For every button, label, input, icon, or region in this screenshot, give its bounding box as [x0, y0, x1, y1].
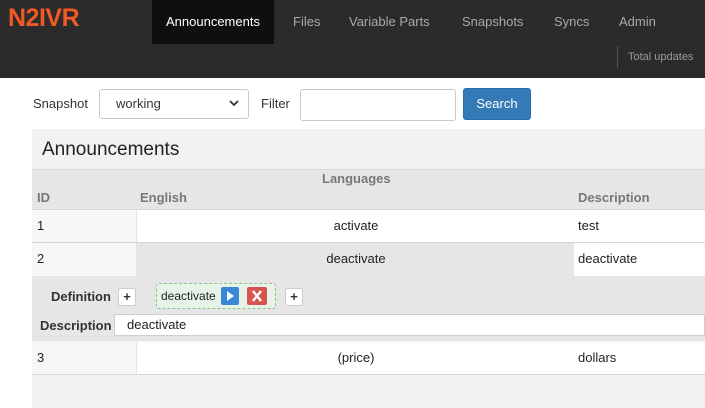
description-text: dollars: [578, 350, 617, 365]
close-icon: [252, 290, 262, 302]
id-text: 3: [37, 350, 45, 365]
description-label: Description: [40, 318, 112, 333]
table-row-selected[interactable]: deactivate deactivate 2: [32, 243, 705, 277]
table-row[interactable]: (price) dollars 3: [32, 342, 705, 375]
delete-button[interactable]: [247, 287, 267, 305]
column-description[interactable]: Description: [578, 190, 650, 205]
definition-label: Definition: [51, 289, 111, 304]
definition-tag-label: deactivate: [161, 289, 216, 303]
id-text: 1: [37, 218, 45, 233]
filter-label: Filter: [261, 96, 290, 111]
snapshot-select[interactable]: working: [99, 89, 249, 119]
description-input[interactable]: deactivate: [114, 314, 705, 336]
id-text: 2: [37, 251, 45, 266]
description-cell: dollars: [574, 342, 705, 374]
description-input-value: deactivate: [127, 317, 187, 332]
description-text: deactivate: [578, 251, 638, 266]
announcements-panel: Announcements Languages ID English Descr…: [32, 129, 705, 408]
nav-total-updates[interactable]: Total updates: [617, 46, 693, 68]
nav-variable-parts[interactable]: Variable Parts: [335, 0, 444, 44]
column-english[interactable]: English: [140, 190, 187, 205]
top-navbar: N2IVR Announcements Files Variable Parts…: [0, 0, 705, 78]
play-button[interactable]: [221, 287, 239, 305]
table-header-row: ID English Description: [32, 187, 705, 210]
add-definition-button[interactable]: +: [118, 288, 136, 306]
languages-header-label: Languages: [322, 171, 391, 186]
column-id[interactable]: ID: [37, 190, 50, 205]
nav-announcements[interactable]: Announcements: [152, 0, 274, 44]
chevron-down-icon: [229, 100, 239, 107]
english-text: activate: [333, 218, 379, 233]
english-cell: activate: [136, 210, 576, 242]
filter-input[interactable]: [300, 89, 456, 121]
description-text: test: [578, 218, 599, 233]
nav-snapshots[interactable]: Snapshots: [448, 0, 537, 44]
description-cell: test: [574, 210, 705, 242]
nav-admin[interactable]: Admin: [605, 0, 670, 44]
search-button[interactable]: Search: [463, 88, 531, 120]
english-text: (price): [337, 350, 375, 365]
nav-syncs[interactable]: Syncs: [540, 0, 603, 44]
english-cell: (price): [136, 342, 576, 374]
languages-group-header: Languages: [32, 169, 705, 188]
nav-files[interactable]: Files: [279, 0, 334, 44]
english-text: deactivate: [326, 251, 386, 266]
add-tag-button[interactable]: +: [285, 288, 303, 306]
definition-tag[interactable]: deactivate: [156, 283, 276, 309]
english-cell: deactivate: [136, 243, 576, 276]
snapshot-value: working: [116, 96, 161, 111]
snapshot-label: Snapshot: [33, 96, 88, 111]
panel-title: Announcements: [42, 139, 180, 160]
description-cell: deactivate: [574, 243, 705, 276]
play-icon: [227, 291, 234, 301]
brand-logo[interactable]: N2IVR: [8, 4, 80, 33]
table-row[interactable]: activate test 1: [32, 210, 705, 243]
